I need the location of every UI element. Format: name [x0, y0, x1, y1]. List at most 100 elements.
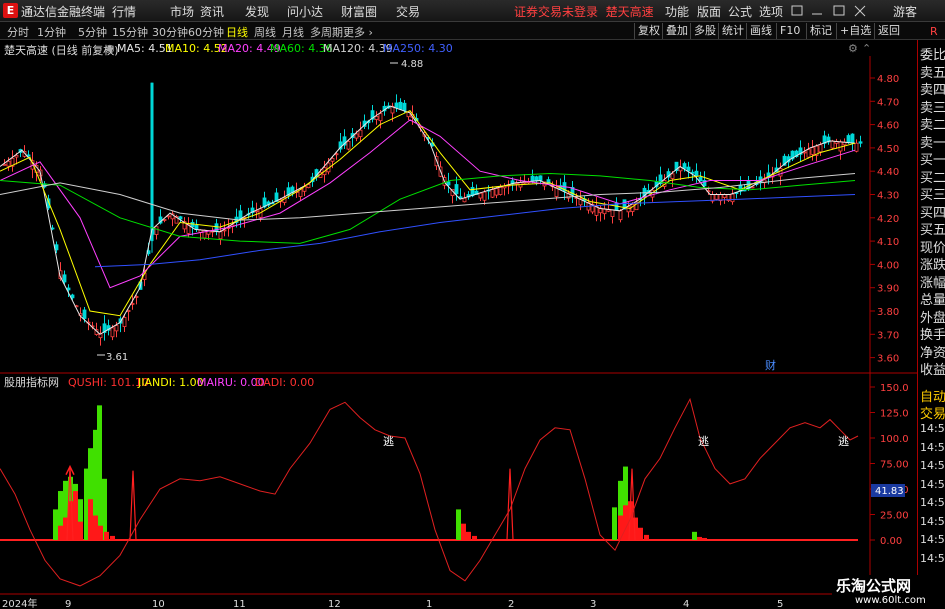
quote-label: 买二 — [920, 170, 945, 186]
candle-body — [394, 102, 399, 109]
period-multi[interactable]: 多周期 — [310, 24, 343, 40]
candle-body — [358, 129, 363, 137]
x-label-oct: 10 — [152, 599, 165, 609]
menu-hangqing[interactable]: 行情 — [112, 3, 136, 20]
quote-panel: 委比 卖五 卖四 卖三 卖二 卖一 买一 买二 买三 买四 买五 现价 涨跌 涨幅 总量 外盘 换手 净资 收益 自动… — [917, 40, 945, 609]
candles — [2, 82, 863, 346]
watermark-url: www.60lt.com — [855, 595, 926, 606]
candle-body — [218, 231, 223, 240]
period-60min[interactable]: 60分钟 — [188, 24, 224, 40]
dadi-bar — [472, 535, 477, 540]
period-30min[interactable]: 30分钟 — [152, 24, 188, 40]
kline-chart[interactable]: 4.80 4.70 4.60 4.50 4.40 4.30 4.20 4.10 4.00 3.90… — [0, 56, 917, 609]
window-menu-icon[interactable] — [791, 5, 803, 16]
menu-jiaoyi[interactable]: 交易 — [396, 3, 420, 20]
ma-toggle-icon[interactable]: ◉ — [105, 42, 115, 55]
btn-tongji[interactable]: 统计 — [718, 23, 747, 39]
ind-tick-label: 150.0 — [880, 383, 909, 394]
tick-time: 14:56 — [920, 514, 945, 528]
escape-label-1: 逃 — [383, 435, 394, 448]
btn-fanhui[interactable]: 返回 — [874, 23, 903, 39]
title-bar: E 通达信金融终端 行情 市场 资讯 发现 问小达 财富圈 交易 证券交易未登录… — [0, 0, 945, 22]
quote-label: 买四 — [920, 205, 945, 221]
period-15min[interactable]: 15分钟 — [112, 24, 148, 40]
candle-body — [698, 176, 703, 182]
quote-label: 净资 — [920, 345, 945, 361]
dadi-bar — [644, 534, 649, 540]
maximize-icon[interactable] — [833, 5, 845, 16]
moving-averages — [0, 105, 856, 335]
dadi-bar — [466, 531, 471, 540]
candle-body — [806, 149, 811, 158]
period-1min[interactable]: 1分钟 — [37, 24, 66, 40]
candle-body — [830, 140, 835, 149]
user-guest[interactable]: 游客 — [893, 3, 917, 20]
candle-body — [682, 163, 687, 169]
candle-body — [730, 193, 735, 203]
btn-duogu[interactable]: 多股 — [690, 23, 719, 39]
quote-label: 现价 — [920, 240, 945, 256]
period-monthly[interactable]: 月线 — [282, 24, 304, 40]
app-logo-icon: E — [3, 3, 18, 18]
ma-line — [0, 109, 856, 317]
mairu-spike — [129, 470, 137, 541]
ind-tick-label: 125.0 — [880, 409, 909, 420]
indicator-name[interactable]: 股朋指标网 — [4, 375, 59, 389]
period-fenshi[interactable]: 分时 — [7, 24, 29, 40]
dadi-bar — [58, 525, 63, 540]
menu-zixun[interactable]: 资讯 — [200, 3, 224, 20]
menu-wenxiaoda[interactable]: 问小达 — [287, 3, 323, 20]
watermark: 乐淘公式网 www.60lt.com — [832, 575, 945, 609]
settings-icon[interactable]: ⚙ — [848, 42, 858, 55]
candle-body — [858, 141, 863, 144]
quote-label: 卖五 — [920, 65, 945, 81]
price-tick-label: 4.20 — [877, 214, 899, 225]
r-badge[interactable]: R — [930, 25, 938, 38]
close-icon[interactable] — [854, 5, 866, 17]
period-5min[interactable]: 5分钟 — [78, 24, 107, 40]
candle-body — [122, 317, 127, 327]
high-marker: 4.88 — [390, 59, 423, 70]
chart-info-line: 楚天高速 (日线 前复权) ◉ MA5: 4.51 MA10: 4.52 MA2… — [0, 40, 871, 57]
candle-body — [110, 327, 115, 338]
jiandi-bar — [53, 509, 58, 540]
btn-zixuan[interactable]: +自选 — [836, 23, 874, 39]
btn-f10[interactable]: F10 — [776, 23, 803, 39]
candle-body — [194, 225, 199, 230]
quote-label: 换手 — [920, 328, 945, 343]
menu-banmian[interactable]: 版面 — [697, 3, 721, 20]
dadi-bar — [88, 499, 93, 540]
jiandi-bar — [456, 509, 461, 540]
tick-time: 14:56 — [920, 440, 945, 454]
dadi-bar — [73, 491, 78, 540]
ma250-value: MA250: 4.30 — [383, 42, 453, 55]
menu-xuanxiang[interactable]: 选项 — [759, 3, 783, 20]
login-status-text: 证券交易未登录 — [514, 5, 599, 19]
trade-label[interactable]: 交易 — [920, 403, 945, 422]
qushi-line — [0, 397, 859, 587]
menu-shichang[interactable]: 市场 — [170, 3, 194, 20]
menu-caifuquan[interactable]: 财富圈 — [341, 3, 377, 20]
candle-body — [6, 160, 11, 167]
period-more[interactable]: 更多 › — [343, 24, 373, 40]
quote-label: 卖二 — [920, 118, 945, 133]
escape-label-2: 逃 — [698, 435, 709, 448]
period-daily[interactable]: 日线 — [226, 24, 248, 40]
btn-biaoji[interactable]: 标记 — [806, 23, 835, 39]
btn-huaxian[interactable]: 画线 — [746, 23, 775, 39]
x-label-jan: 1 — [426, 599, 432, 609]
quote-label: 涨跌 — [920, 258, 945, 273]
candle-body — [670, 173, 675, 179]
menu-gongneng[interactable]: 功能 — [665, 3, 689, 20]
financial-report-marker[interactable]: 财 — [765, 358, 776, 372]
collapse-icon[interactable]: ⌃ — [862, 42, 871, 55]
tick-time: 14:56 — [920, 551, 945, 565]
menu-gongshi[interactable]: 公式 — [728, 3, 752, 20]
btn-diejia[interactable]: 叠加 — [662, 23, 691, 39]
quote-label: 卖三 — [920, 100, 945, 116]
login-status[interactable]: 证券交易未登录 楚天高速 — [514, 3, 654, 20]
candle-body — [686, 166, 691, 172]
period-weekly[interactable]: 周线 — [254, 24, 276, 40]
btn-fuquan[interactable]: 复权 — [634, 23, 663, 39]
menu-faxian[interactable]: 发现 — [245, 3, 269, 20]
